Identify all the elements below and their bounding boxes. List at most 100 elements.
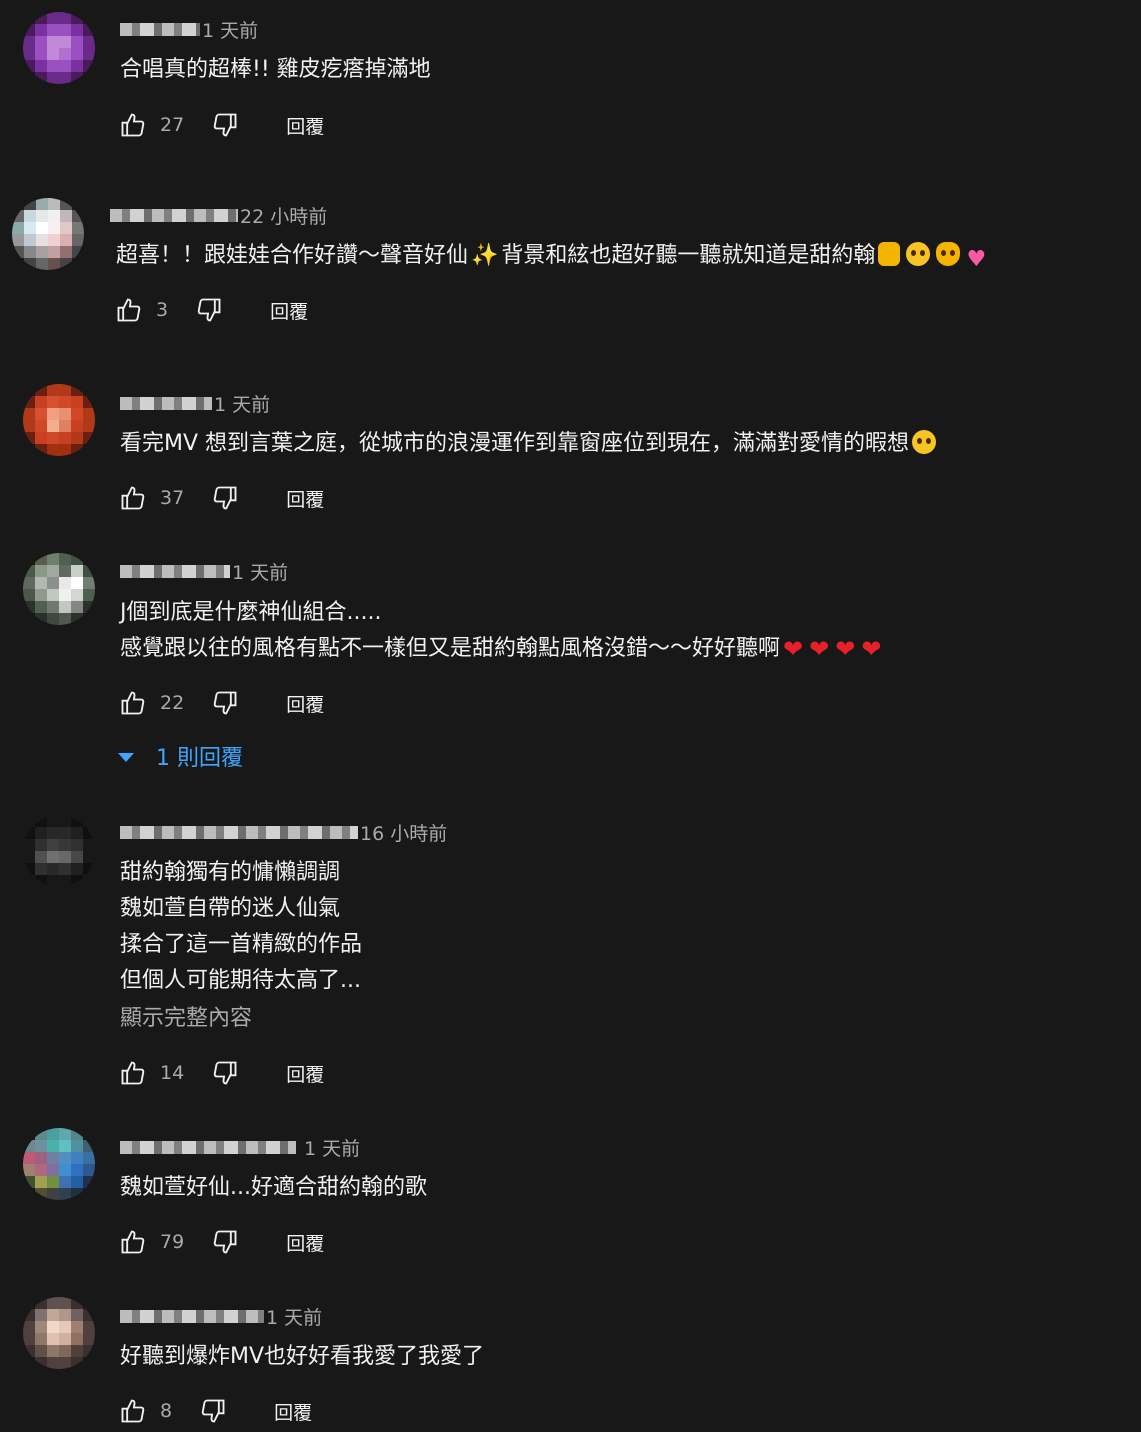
avatar-pixel xyxy=(59,815,71,827)
sparkles-icon: ✨ xyxy=(471,243,499,268)
like-button[interactable] xyxy=(118,1227,148,1257)
reply-button[interactable]: 回覆 xyxy=(286,690,324,717)
username-blurred[interactable] xyxy=(120,396,212,410)
comment-text: 看完MV 想到言葉之庭，從城市的浪漫運作到靠窗座位到現在，滿滿對愛情的暇想 xyxy=(120,426,939,462)
reply-button[interactable]: 回覆 xyxy=(270,297,308,324)
dislike-button[interactable] xyxy=(210,1058,240,1088)
avatar-pixel xyxy=(35,875,47,887)
dislike-button[interactable] xyxy=(210,110,240,140)
avatar-pixel xyxy=(59,48,71,60)
avatar-pixel xyxy=(59,408,71,420)
avatar-pixel xyxy=(47,1152,59,1164)
avatar-pixel xyxy=(24,198,36,210)
avatar-pixel xyxy=(47,72,59,84)
comment-actions: 37 回覆 xyxy=(118,483,324,513)
comment-header: 1 天前 xyxy=(120,557,288,585)
dislike-button[interactable] xyxy=(194,295,224,325)
like-button[interactable] xyxy=(118,688,148,718)
like-button[interactable] xyxy=(118,110,148,140)
comment-timestamp[interactable]: 1 天前 xyxy=(232,558,288,585)
reply-button[interactable]: 回覆 xyxy=(286,485,324,512)
like-button[interactable] xyxy=(118,1396,148,1426)
avatar-pixel xyxy=(83,36,95,48)
avatar[interactable] xyxy=(12,198,84,270)
avatar-pixel xyxy=(47,613,59,625)
avatar-pixel xyxy=(47,444,59,456)
avatar-pixel xyxy=(35,863,47,875)
avatar-pixel xyxy=(47,408,59,420)
comment-timestamp[interactable]: 1 天前 xyxy=(266,1303,322,1330)
username-blurred[interactable] xyxy=(120,825,358,839)
avatar[interactable] xyxy=(23,553,95,625)
avatar[interactable] xyxy=(23,384,95,456)
avatar-pixel xyxy=(47,1164,59,1176)
comment-timestamp[interactable]: 1 天前 xyxy=(304,1134,360,1161)
comment-timestamp[interactable]: 22 小時前 xyxy=(240,202,327,229)
avatar-pixel xyxy=(83,1345,95,1357)
like-button[interactable] xyxy=(118,483,148,513)
avatar-pixel xyxy=(83,863,95,875)
like-button[interactable] xyxy=(114,295,144,325)
thumbs-down-icon xyxy=(213,486,237,510)
avatar-pixel xyxy=(59,851,71,863)
avatar-pixel xyxy=(47,36,59,48)
like-count: 8 xyxy=(160,1400,173,1422)
show-more-link[interactable]: 顯示完整內容 xyxy=(120,1001,362,1037)
view-replies-button[interactable]: 1 則回覆 xyxy=(118,740,243,772)
avatar-pixel xyxy=(71,444,83,456)
reply-button[interactable]: 回覆 xyxy=(286,112,324,139)
avatar-pixel xyxy=(83,12,95,24)
avatar-pixel xyxy=(47,1128,59,1140)
avatar-pixel xyxy=(71,1128,83,1140)
avatar-pixel xyxy=(59,1321,71,1333)
avatar-pixel xyxy=(71,432,83,444)
comment-timestamp[interactable]: 1 天前 xyxy=(214,390,270,417)
reply-button[interactable]: 回覆 xyxy=(286,1229,324,1256)
avatar-pixel xyxy=(12,198,24,210)
username-blurred[interactable] xyxy=(120,1309,264,1323)
avatar-pixel xyxy=(59,553,71,565)
username-blurred[interactable] xyxy=(110,208,238,222)
avatar-pixel xyxy=(23,601,35,613)
username-blurred[interactable] xyxy=(120,1140,296,1154)
avatar-pixel xyxy=(83,1333,95,1345)
avatar-pixel xyxy=(71,1309,83,1321)
avatar[interactable] xyxy=(23,1297,95,1369)
comment-timestamp[interactable]: 16 小時前 xyxy=(360,819,447,846)
dislike-button[interactable] xyxy=(210,688,240,718)
comment-timestamp[interactable]: 1 天前 xyxy=(202,16,258,43)
avatar-pixel xyxy=(12,246,24,258)
reply-button[interactable]: 回覆 xyxy=(274,1398,312,1425)
avatar-pixel xyxy=(71,72,83,84)
avatar-pixel xyxy=(83,601,95,613)
avatar[interactable] xyxy=(23,1128,95,1200)
avatar-pixel xyxy=(23,60,35,72)
avatar-pixel xyxy=(35,565,47,577)
avatar-pixel xyxy=(59,72,71,84)
avatar-pixel xyxy=(12,258,24,270)
avatar-pixel xyxy=(47,1321,59,1333)
avatar-pixel xyxy=(48,234,60,246)
dislike-button[interactable] xyxy=(210,1227,240,1257)
avatar[interactable] xyxy=(23,12,95,84)
avatar-pixel xyxy=(72,198,84,210)
avatar-pixel xyxy=(47,12,59,24)
avatar-pixel xyxy=(35,12,47,24)
avatar[interactable] xyxy=(23,815,95,887)
username-blurred[interactable] xyxy=(120,22,200,36)
dislike-button[interactable] xyxy=(198,1396,228,1426)
avatar-pixel xyxy=(59,1164,71,1176)
like-button[interactable] xyxy=(118,1058,148,1088)
avatar-pixel xyxy=(83,444,95,456)
avatar-pixel xyxy=(83,577,95,589)
comment-header: 1 天前 xyxy=(120,15,258,43)
avatar-pixel xyxy=(71,1164,83,1176)
dislike-button[interactable] xyxy=(210,483,240,513)
avatar-pixel xyxy=(59,1333,71,1345)
avatar-pixel xyxy=(83,384,95,396)
avatar-pixel xyxy=(23,1345,35,1357)
like-count: 79 xyxy=(160,1231,185,1253)
avatar-pixel xyxy=(35,1128,47,1140)
reply-button[interactable]: 回覆 xyxy=(286,1060,324,1087)
username-blurred[interactable] xyxy=(120,564,230,578)
